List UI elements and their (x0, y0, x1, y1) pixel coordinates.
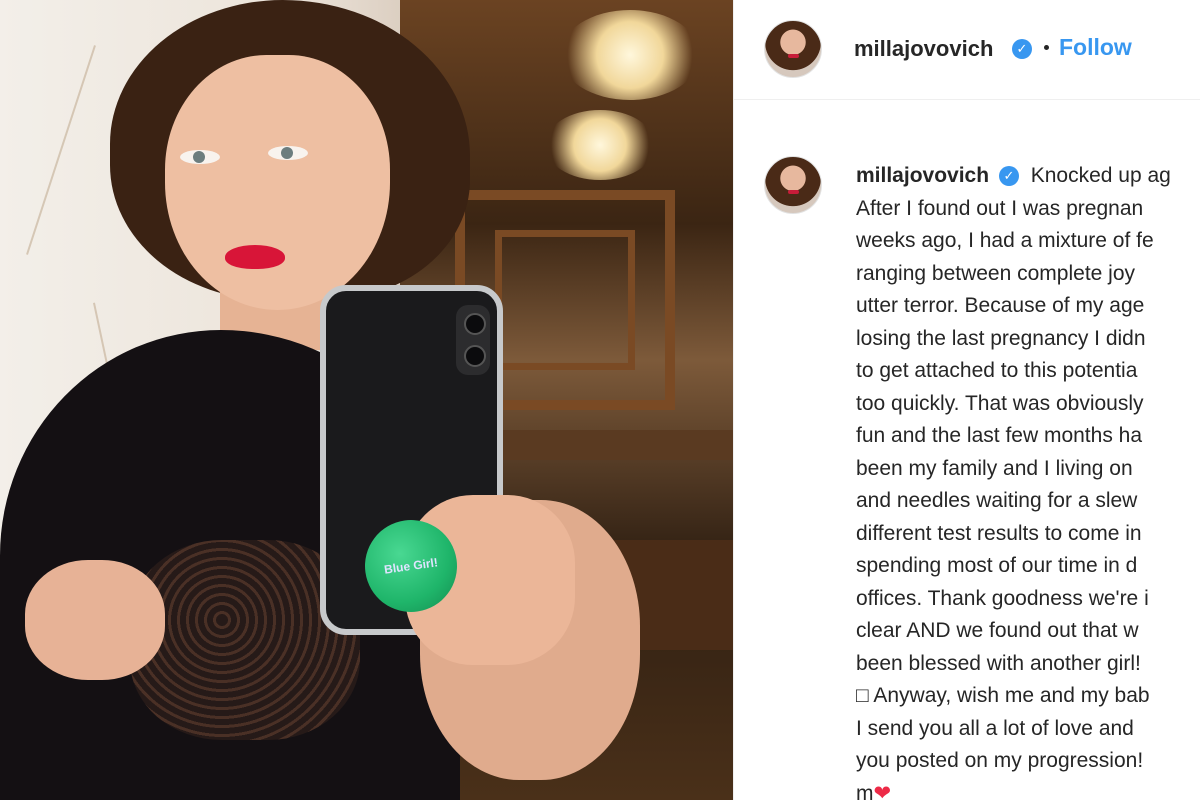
heart-icon: ❤ (873, 781, 892, 800)
caption-line: After I found out I was pregnan (856, 196, 1144, 220)
lips (225, 245, 285, 269)
caption-line: I send you all a lot of love and (856, 716, 1134, 740)
caption-username[interactable]: millajovovich (856, 164, 989, 187)
separator-dot (1044, 45, 1049, 50)
phone-camera-icon (456, 305, 490, 375)
caption-line: weeks ago, I had a mixture of fe (856, 229, 1154, 252)
caption-line: been blessed with another girl! (856, 651, 1141, 675)
follow-button[interactable]: Follow (1059, 34, 1132, 61)
caption-line: been my family and I living on (856, 456, 1133, 480)
post-sidebar: millajovovich ✓ Follow millajovovich ✓ K… (733, 0, 1200, 800)
profile-avatar[interactable] (764, 20, 822, 78)
caption-last-line: m❤ (856, 778, 1200, 800)
caption-line: you posted on my progression! (856, 749, 1144, 772)
post-header: millajovovich ✓ Follow (734, 0, 1200, 100)
caption-avatar[interactable] (764, 156, 822, 214)
caption-line: offices. Thank goodness we're i (856, 586, 1149, 610)
post-caption: millajovovich ✓ Knocked up ag After I fo… (856, 160, 1200, 800)
verified-badge-icon: ✓ (1012, 39, 1032, 59)
caption-line: ranging between complete joy (856, 261, 1136, 285)
vanity-counter (500, 430, 733, 460)
caption-line: and needles waiting for a slew (856, 489, 1138, 512)
caption-last-text: m (856, 781, 874, 800)
caption-line: fun and the last few months ha (856, 424, 1143, 447)
caption-line: to get attached to this potentia (856, 359, 1138, 382)
ceiling-lamp (560, 10, 700, 100)
caption-line: □ Anyway, wish me and my bab (856, 684, 1150, 707)
hand-on-belly (25, 560, 165, 680)
instagram-post-screenshot: Blue Girl! millajovovich ✓ Follow millaj… (0, 0, 1200, 800)
caption-line: losing the last pregnancy I didn (856, 326, 1146, 350)
face (165, 55, 390, 310)
caption-line: clear AND we found out that w (856, 619, 1139, 642)
left-eye (180, 150, 220, 164)
caption-verified-badge-icon: ✓ (998, 166, 1019, 186)
caption-line: utter terror. Because of my age (856, 294, 1145, 317)
post-photo[interactable]: Blue Girl! (0, 0, 733, 800)
caption-line: too quickly. That was obviously (856, 391, 1144, 415)
caption-first-line: millajovovich ✓ Knocked up ag (856, 160, 1200, 193)
caption-first-text: Knocked up ag (1030, 164, 1171, 187)
header-username[interactable]: millajovovich (854, 36, 993, 62)
popsocket-label: Blue Girl! (383, 555, 439, 577)
caption-line: different test results to come in (856, 521, 1142, 545)
mirror-frame-inner (495, 230, 635, 370)
caption-line: spending most of our time in d (856, 554, 1138, 577)
right-eye (268, 146, 308, 160)
ceiling-lamp-reflection (545, 110, 655, 180)
